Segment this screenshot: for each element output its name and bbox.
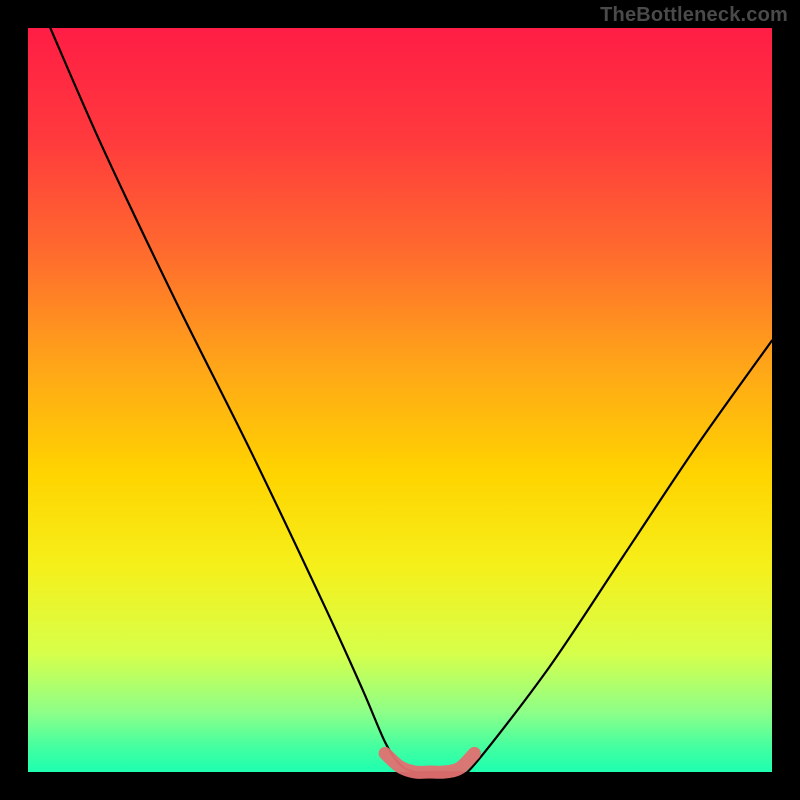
plot-background [28, 28, 772, 772]
chart-stage: TheBottleneck.com [0, 0, 800, 800]
watermark-text: TheBottleneck.com [600, 4, 788, 27]
bottleneck-chart [0, 0, 800, 800]
